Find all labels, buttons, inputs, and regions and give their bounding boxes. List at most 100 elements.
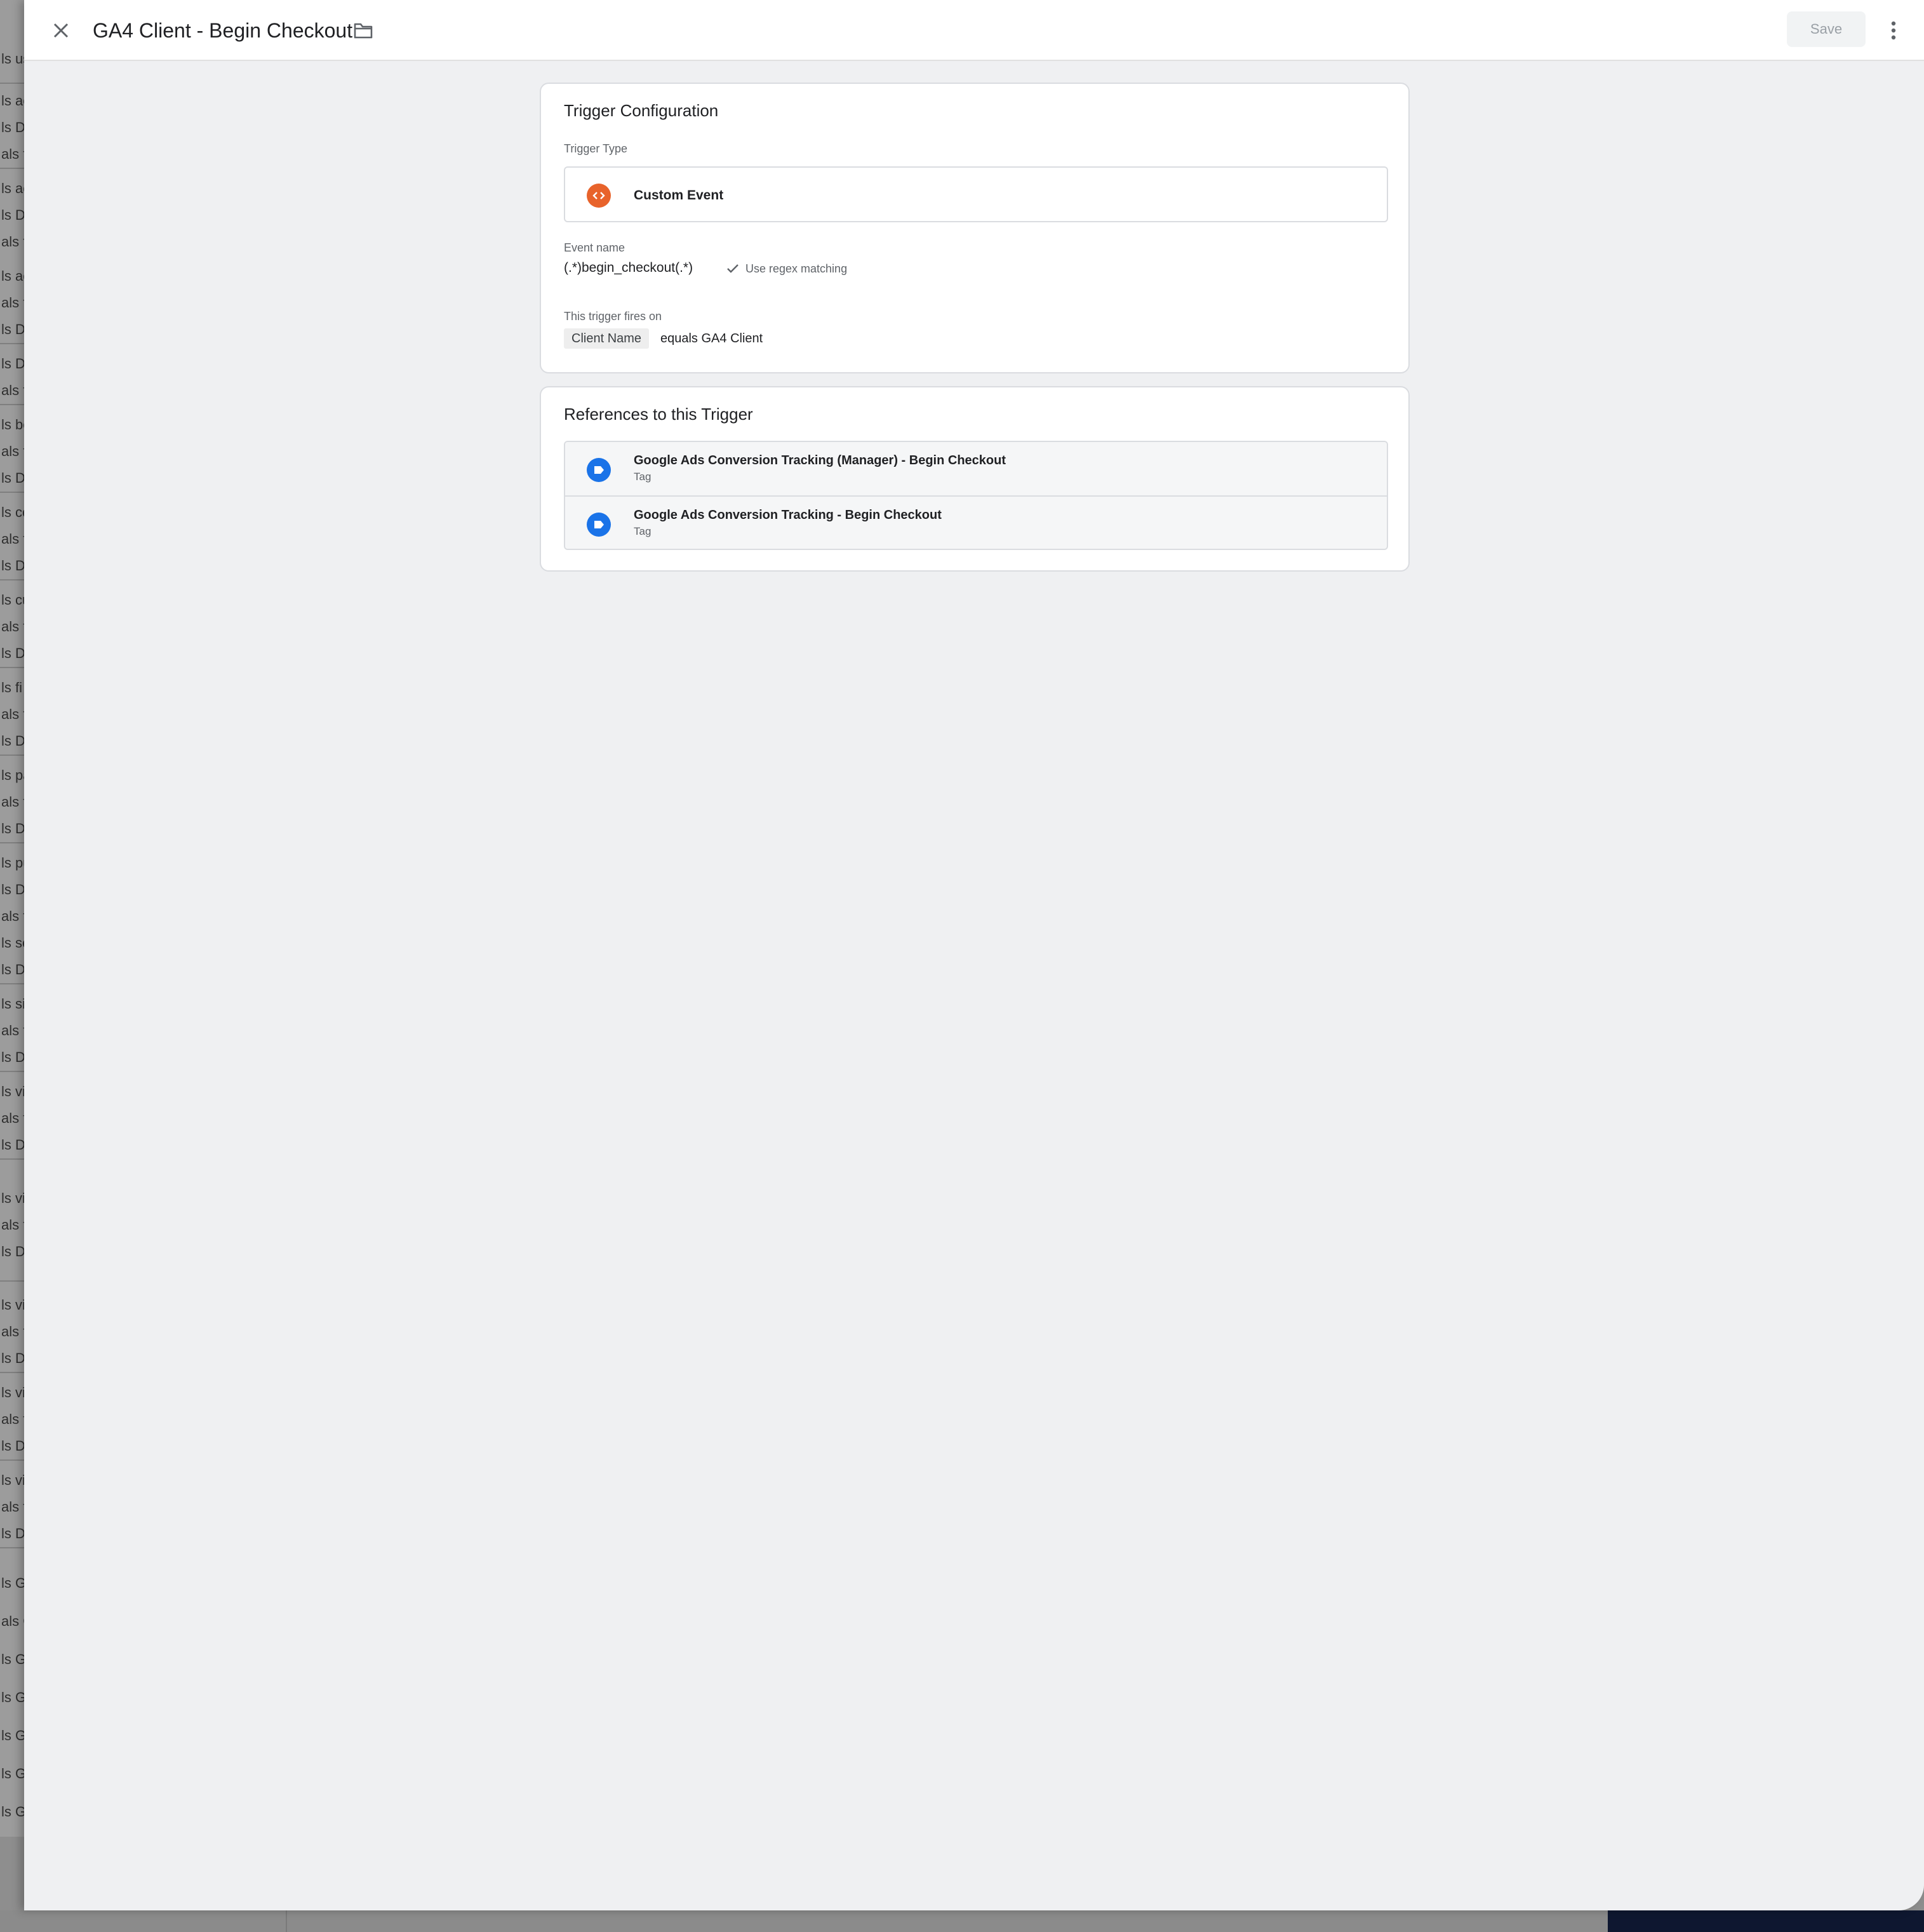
background-list-divider — [0, 1547, 24, 1548]
background-list-row: ls ac — [1, 180, 24, 196]
condition-variable-chip: Client Name — [564, 328, 650, 349]
background-list-row: als f — [1, 619, 24, 634]
background-list-divider — [0, 83, 24, 84]
background-list-row: als f — [1, 1217, 24, 1233]
background-list-row: ls fi — [1, 680, 22, 695]
background-list-row: ls D — [1, 882, 24, 897]
background-seam — [286, 1910, 287, 1932]
regex-label: Use regex matching — [745, 262, 848, 275]
condition-text: equals GA4 Client — [660, 332, 763, 345]
background-list-row: ls pa — [1, 767, 24, 783]
background-list-row: ls G — [1, 1651, 24, 1667]
regex-indicator: Use regex matching — [726, 260, 847, 277]
background-list-row: ls D — [1, 207, 24, 223]
background-list-row: ls D — [1, 119, 24, 135]
folder-button[interactable] — [351, 18, 376, 43]
more-vert-icon — [1891, 21, 1896, 40]
background-list-row: als f — [1, 382, 24, 398]
background-list-row: ls D — [1, 1438, 24, 1454]
page-title: GA4 Client - Begin Checkout — [93, 19, 353, 42]
background-list-row: als f — [1, 295, 24, 311]
references-list: Google Ads Conversion Tracking (Manager)… — [564, 441, 1388, 550]
background-list-row: ls D — [1, 558, 24, 574]
background-list-row: ls D — [1, 1244, 24, 1259]
background-list-divider — [0, 1158, 24, 1160]
custom-event-icon — [587, 184, 611, 208]
background-list-row: ls vi — [1, 1190, 24, 1206]
background-list-row: ls se — [1, 935, 24, 951]
background-list-row: als f — [1, 1023, 24, 1038]
trigger-type-selector[interactable]: Custom Event — [564, 166, 1388, 222]
background-list-row: ls D — [1, 1049, 24, 1065]
reference-item[interactable]: Google Ads Conversion Tracking - Begin C… — [565, 495, 1387, 549]
references-title: References to this Trigger — [564, 405, 753, 424]
background-list-row: ls vi — [1, 1472, 24, 1488]
background-list-divider — [0, 1459, 24, 1461]
background-list-row: ls D — [1, 962, 24, 977]
background-list-row: ls D — [1, 733, 24, 749]
save-button[interactable]: Save — [1787, 11, 1866, 47]
background-list-row: als f — [1, 1110, 24, 1126]
background-footer — [0, 1910, 1924, 1932]
background-list-row: als G — [1, 1613, 24, 1629]
more-options-button[interactable] — [1878, 15, 1909, 46]
reference-item[interactable]: Google Ads Conversion Tracking (Manager)… — [565, 442, 1387, 495]
event-name-value: (.*)begin_checkout(.*) — [564, 260, 693, 275]
background-list: ls us ls ac ls D als f ls ac ls D als f ls ac al… — [0, 0, 24, 1837]
background-list-row: ls vi — [1, 1385, 24, 1400]
references-card: References to this Trigger Google Ads Co… — [540, 386, 1410, 572]
background-list-divider — [0, 667, 24, 668]
check-icon — [727, 264, 738, 273]
background-list-row: als f — [1, 908, 24, 924]
background-list-row: ls ac — [1, 93, 24, 109]
background-list-divider — [0, 755, 24, 756]
background-list-row: als f — [1, 443, 24, 459]
close-icon — [53, 23, 69, 38]
background-list-row: als f — [1, 1324, 24, 1339]
fires-on-label: This trigger fires on — [564, 310, 662, 323]
background-list-row: als f — [1, 1499, 24, 1515]
close-button[interactable] — [46, 15, 76, 46]
background-list-divider — [0, 1071, 24, 1072]
background-list-row: ls G — [1, 1575, 24, 1591]
folder-icon — [354, 23, 373, 39]
tag-icon — [587, 513, 611, 537]
trigger-configuration-card: Trigger Configuration Trigger Type Custo… — [540, 83, 1410, 373]
background-list-divider — [0, 579, 24, 580]
background-list-divider — [0, 492, 24, 493]
card-title: Trigger Configuration — [564, 101, 719, 120]
background-list-row: ls D — [1, 821, 24, 836]
reference-name: Google Ads Conversion Tracking - Begin C… — [634, 508, 942, 522]
screen: ls us ls ac ls D als f ls ac ls D als f ls ac al… — [0, 0, 1924, 1932]
background-list-row: ls cu — [1, 592, 24, 608]
event-name-label: Event name — [564, 241, 625, 254]
background-list-row: als f — [1, 146, 24, 162]
background-list-row: als f — [1, 794, 24, 810]
background-list-row: als f — [1, 234, 24, 250]
background-list-row: ls pu — [1, 855, 24, 871]
background-list-row: ls D — [1, 1526, 24, 1541]
reference-name: Google Ads Conversion Tracking (Manager)… — [634, 453, 1006, 467]
trigger-editor-panel: GA4 Client - Begin Checkout Save Trigger… — [24, 0, 1924, 1910]
background-list-divider — [0, 343, 24, 344]
trigger-type-name: Custom Event — [634, 188, 724, 203]
background-list-row: ls vi — [1, 1297, 24, 1313]
background-list-row: ls G — [1, 1727, 24, 1743]
background-list-row: ls co — [1, 504, 24, 520]
background-list-divider — [0, 842, 24, 843]
background-list-row: ls ac — [1, 268, 24, 284]
background-list-row: ls G — [1, 1689, 24, 1705]
background-list-divider — [0, 1372, 24, 1373]
background-list-row: ls D — [1, 470, 24, 486]
background-list-row: ls D — [1, 645, 24, 661]
background-list-row: ls D — [1, 321, 24, 337]
background-list-row: ls D — [1, 1137, 24, 1153]
background-dark-area — [1608, 1910, 1924, 1932]
background-list-row: ls D — [1, 1350, 24, 1366]
background-list-row: ls si — [1, 996, 24, 1012]
background-list-divider — [0, 983, 24, 984]
tag-icon — [587, 458, 611, 482]
trigger-type-label: Trigger Type — [564, 142, 628, 155]
reference-type: Tag — [634, 525, 651, 537]
background-list-row: als f — [1, 531, 24, 547]
